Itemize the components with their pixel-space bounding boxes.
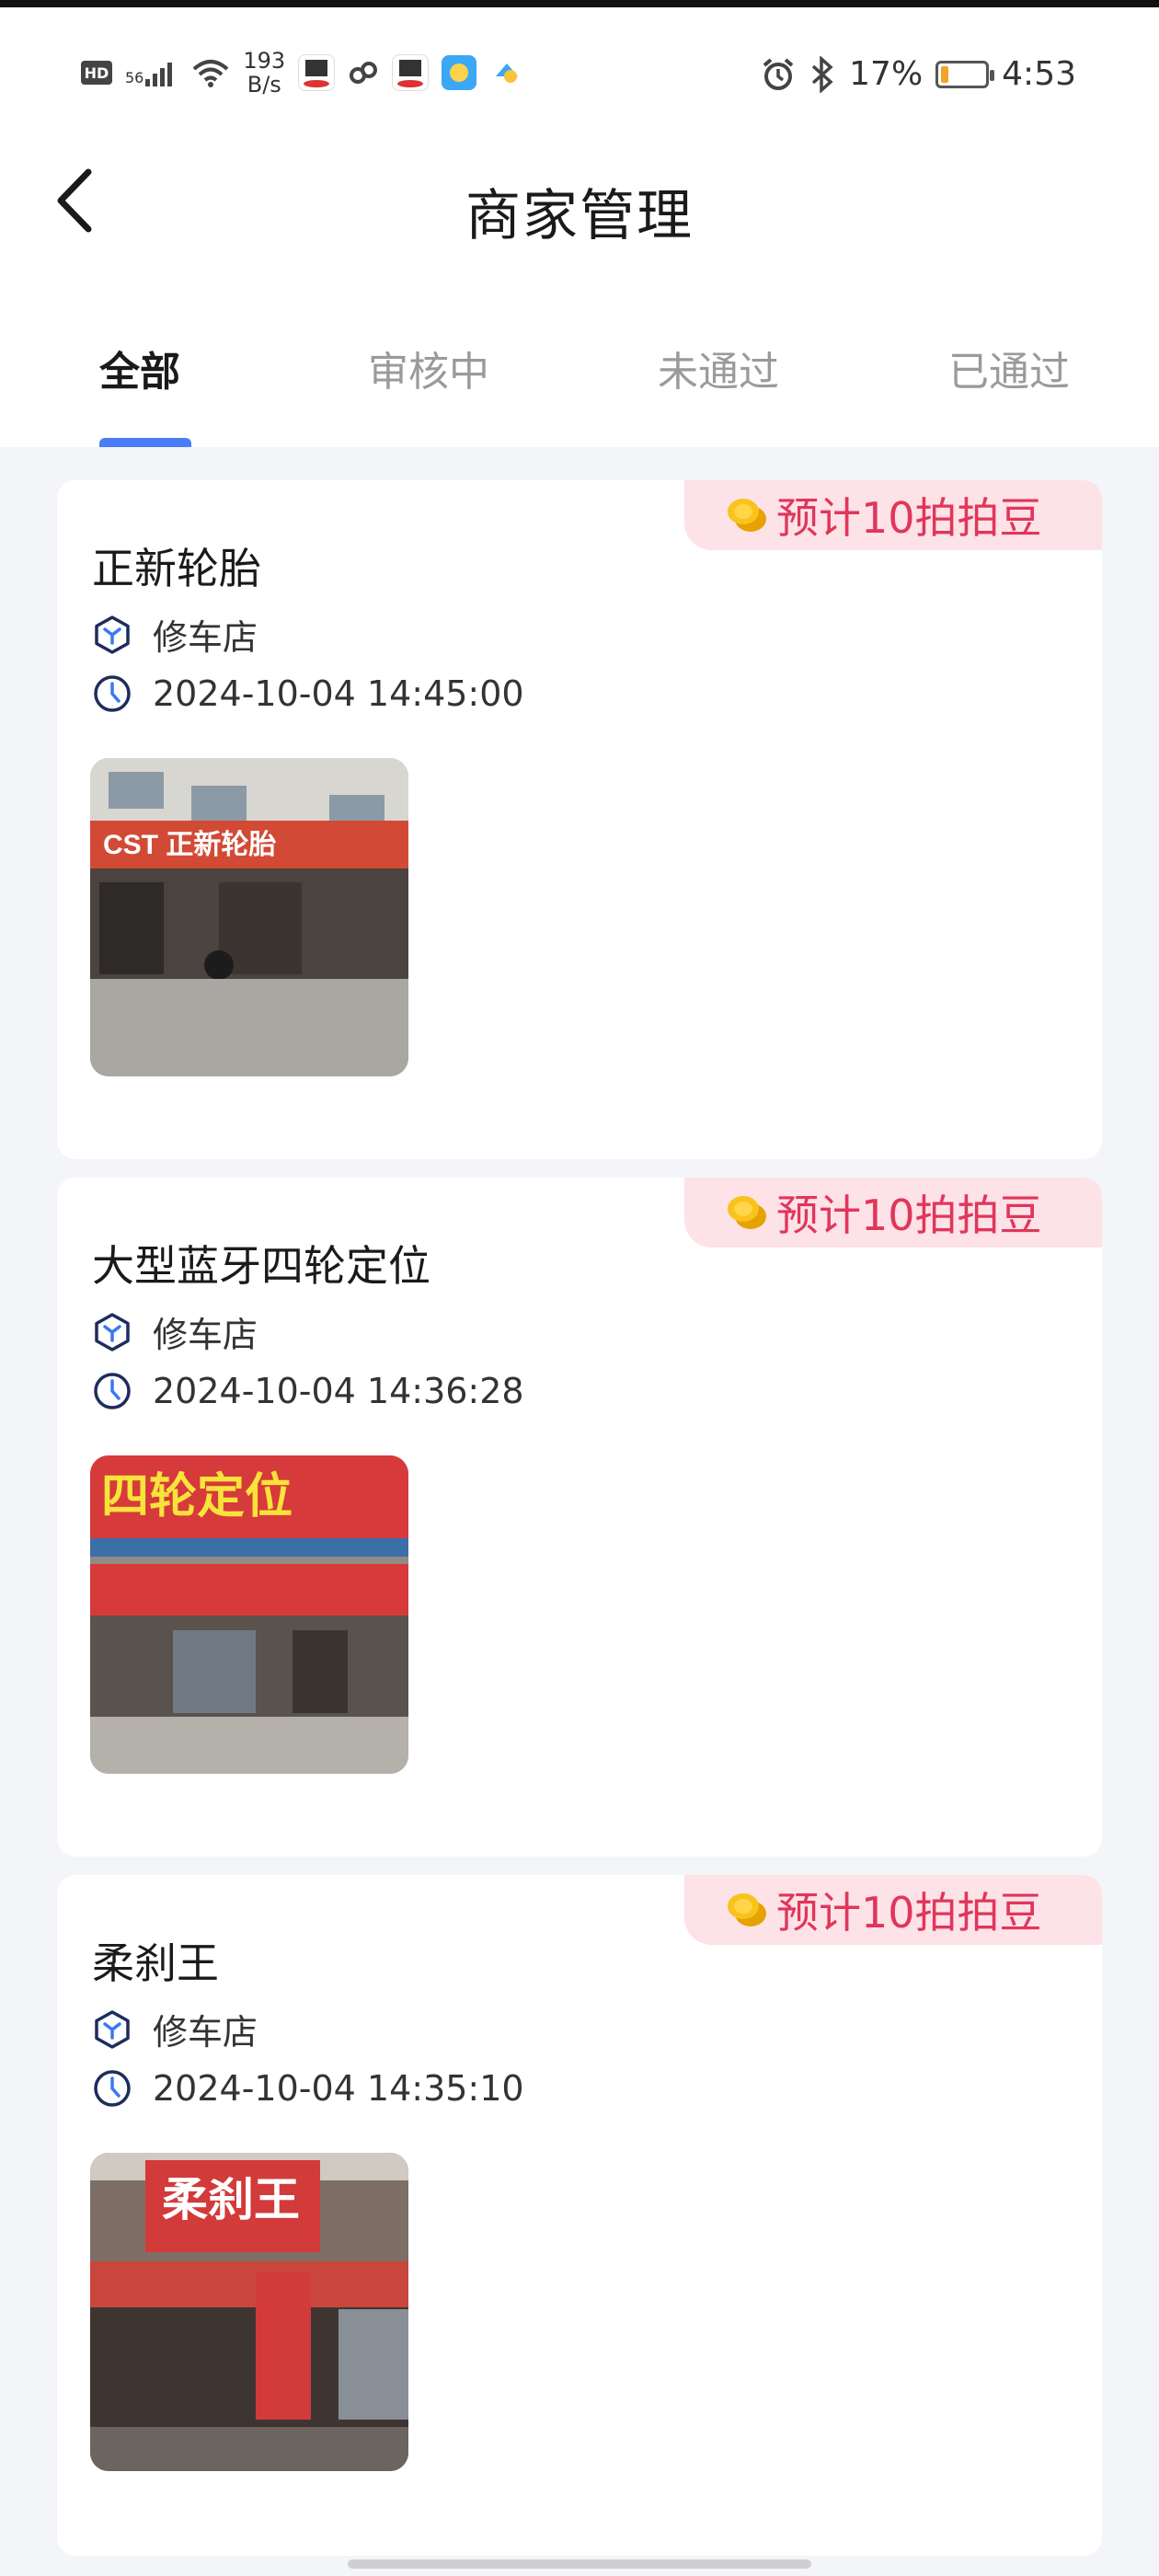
alarm-icon <box>763 57 794 90</box>
svg-text:四轮定位: 四轮定位 <box>101 1470 293 1524</box>
bluetooth-icon <box>811 55 833 93</box>
home-indicator <box>348 2559 811 2569</box>
status-bar: HD 56 193 B/s 17% 4:53 <box>0 7 1159 145</box>
status-bar-right: 17% 4:53 <box>761 55 1076 93</box>
network-speed: 193 B/s <box>243 48 286 98</box>
app-notification-icon <box>392 54 430 91</box>
merchant-name: 柔刹王 <box>92 1938 219 1988</box>
merchant-category: 修车店 <box>92 2004 258 2054</box>
storefront-photo[interactable]: 柔刹王 <box>90 2153 408 2471</box>
category-icon <box>95 1312 130 1351</box>
points-badge: 预计10拍拍豆 <box>684 1875 1102 1945</box>
merchant-name: 正新轮胎 <box>92 544 261 593</box>
points-badge: 预计10拍拍豆 <box>684 480 1102 550</box>
coin-icon <box>728 1893 766 1926</box>
cellular-signal-icon: 56 <box>125 59 178 86</box>
tab-approved[interactable]: 已通过 <box>948 339 1070 397</box>
category-icon <box>95 615 130 654</box>
storefront-photo[interactable]: 四轮定位 <box>90 1455 408 1774</box>
clock-icon <box>94 2070 131 2107</box>
status-tabs: 全部 审核中 未通过 已通过 <box>0 274 1159 447</box>
clock: 4:53 <box>1002 55 1076 93</box>
battery-percent: 17% <box>849 55 924 93</box>
battery-icon <box>935 60 995 88</box>
merchant-category: 修车店 <box>92 609 258 660</box>
tab-reviewing[interactable]: 审核中 <box>368 339 489 397</box>
tab-active-indicator <box>99 438 191 447</box>
merchant-card[interactable]: 预计10拍拍豆 柔刹王 修车店 2024-10-04 14:35:10 柔刹王 <box>57 1875 1102 2556</box>
merchant-name: 大型蓝牙四轮定位 <box>92 1241 430 1291</box>
merchant-time: 2024-10-04 14:45:00 <box>92 673 524 714</box>
top-edge <box>0 0 1159 7</box>
tab-all[interactable]: 全部 <box>99 339 180 397</box>
coin-icon <box>728 1196 766 1229</box>
merchant-time: 2024-10-04 14:36:28 <box>92 1371 524 1411</box>
merchant-time: 2024-10-04 14:35:10 <box>92 2068 524 2109</box>
merchant-card[interactable]: 预计10拍拍豆 正新轮胎 修车店 2024-10-04 14:45:00 CST… <box>57 480 1102 1159</box>
app-notification-icon <box>298 54 336 91</box>
battery-level <box>941 65 949 83</box>
link-icon <box>350 62 378 84</box>
app-notification-icon <box>489 55 525 90</box>
hd-icon: HD <box>81 61 112 85</box>
wifi-icon <box>193 60 229 87</box>
page-title: 商家管理 <box>465 184 694 248</box>
svg-text:CST 正新轮胎: CST 正新轮胎 <box>103 830 276 860</box>
merchant-category: 修车店 <box>92 1306 258 1357</box>
app-notification-icon <box>442 55 477 90</box>
tab-rejected[interactable]: 未通过 <box>658 339 779 397</box>
storefront-photo[interactable]: CST 正新轮胎 <box>90 758 408 1076</box>
category-icon <box>95 2009 130 2049</box>
clock-icon <box>94 1373 131 1409</box>
points-badge: 预计10拍拍豆 <box>684 1178 1102 1248</box>
status-bar-left: HD 56 193 B/s <box>81 48 525 98</box>
svg-text:柔刹王: 柔刹王 <box>162 2174 300 2225</box>
coin-icon <box>728 499 766 532</box>
merchant-card[interactable]: 预计10拍拍豆 大型蓝牙四轮定位 修车店 2024-10-04 14:36:28… <box>57 1178 1102 1857</box>
nav-bar: 商家管理 <box>0 145 1159 274</box>
clock-icon <box>94 675 131 712</box>
